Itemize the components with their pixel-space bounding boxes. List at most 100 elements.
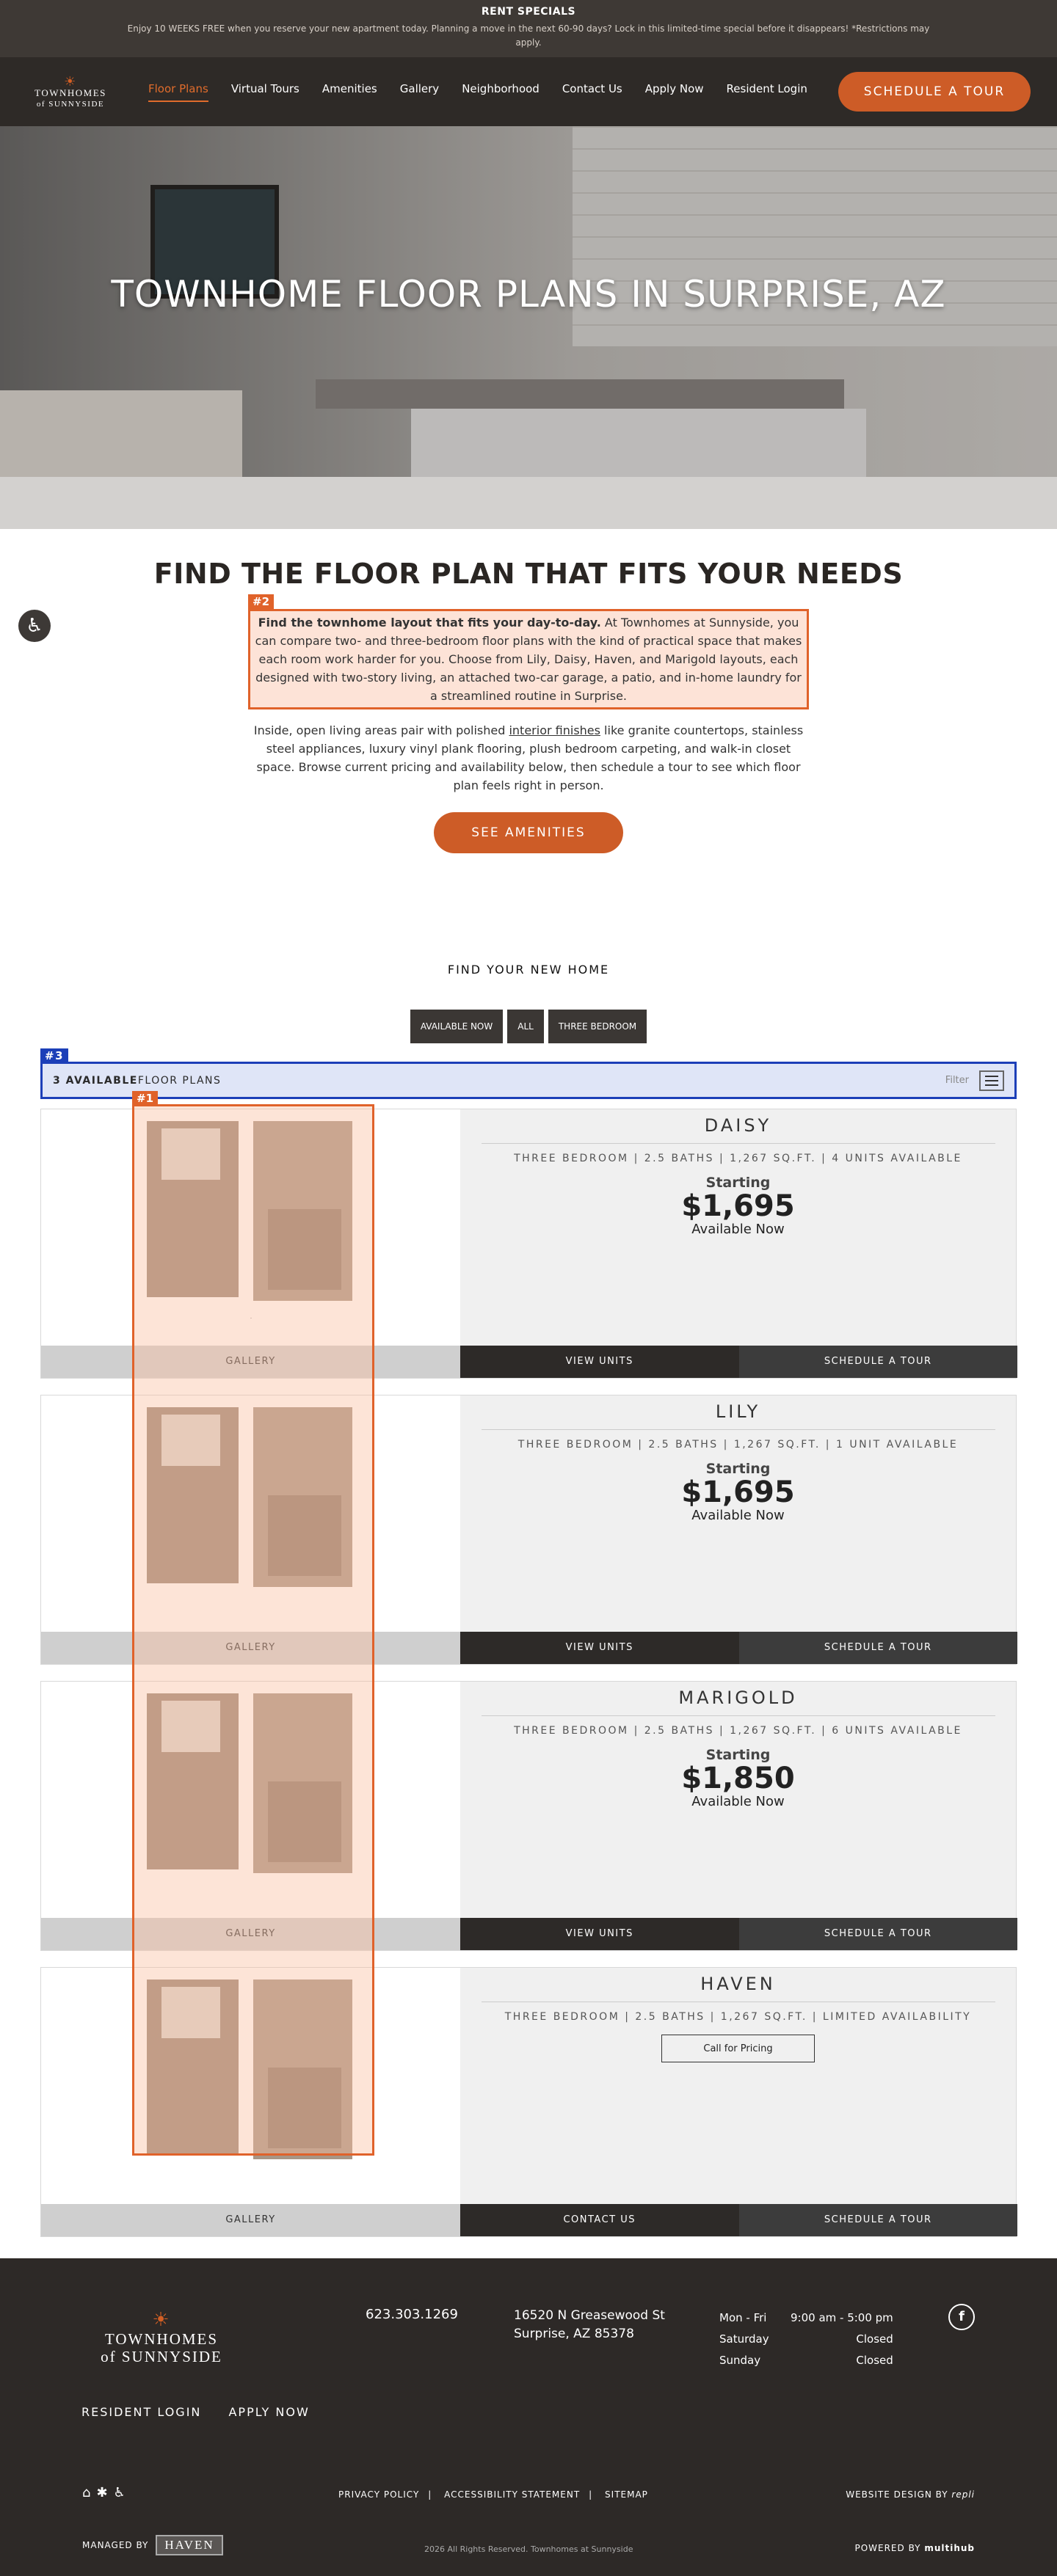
intro-section: ♿ FIND THE FLOOR PLAN THAT FITS YOUR NEE… <box>0 529 1057 853</box>
divider-strip <box>0 477 1057 529</box>
floor-plan-image[interactable]: - <box>132 1114 370 1346</box>
footer-links: RESIDENT LOGIN APPLY NOW <box>81 2405 332 2419</box>
plan-card-marigold: GALLERY MARIGOLD THREE BEDROOM | 2.5 BAT… <box>40 1681 1017 1951</box>
footer-phone[interactable]: 623.303.1269 <box>366 2307 458 2322</box>
logo-bottom: of SUNNYSIDE <box>36 99 105 109</box>
nav-item-contact[interactable]: Contact Us <box>562 82 622 102</box>
compliance-icons: ⌂✱♿ <box>82 2485 131 2500</box>
find-home-heading: FIND YOUR NEW HOME <box>447 963 610 977</box>
nav-item-virtual-tours[interactable]: Virtual Tours <box>231 82 299 102</box>
sitemap-link[interactable]: SITEMAP <box>605 2489 648 2500</box>
legal-links: PRIVACY POLICY | ACCESSIBILITY STATEMENT |… <box>338 2489 648 2500</box>
plan-card-haven: GALLERY HAVEN THREE BEDROOM | 2.5 BATHS … <box>40 1967 1017 2237</box>
accessibility-icon: ♿ <box>113 2485 131 2500</box>
nav-item-apply[interactable]: Apply Now <box>645 82 704 102</box>
contact-us-button[interactable]: CONTACT US <box>460 2204 739 2236</box>
filter-available-now[interactable]: AVAILABLE NOW <box>410 1010 504 1043</box>
hero-title: TOWNHOME FLOOR PLANS IN SURPRISE, AZ <box>111 273 946 315</box>
gallery-button[interactable]: GALLERY <box>41 1918 460 1950</box>
results-count: 3 AVAILABLE <box>53 1074 138 1087</box>
plan-spec: THREE BEDROOM | 2.5 BATHS | 1,267 SQ.FT.… <box>514 1153 962 1164</box>
starting-label: Starting <box>705 1461 771 1477</box>
managed-by: MANAGED BY HAVEN <box>82 2535 223 2555</box>
svg-text:-: - <box>250 1316 252 1321</box>
plan-price: $1,695 <box>681 1475 795 1509</box>
powered-by[interactable]: POWERED BY multihub <box>854 2543 975 2553</box>
sun-icon: ☀ <box>64 73 77 89</box>
accessibility-icon[interactable]: ♿ <box>18 610 51 642</box>
annotation-box-2: #2 Find the townhome layout that fits yo… <box>248 594 809 709</box>
plan-price: $1,850 <box>681 1762 795 1795</box>
starting-label: Starting <box>705 1747 771 1763</box>
intro-paragraph-2: Inside, open living areas pair with poli… <box>253 723 804 792</box>
availability: Available Now <box>691 1508 785 1523</box>
gallery-button[interactable]: GALLERY <box>41 2204 460 2236</box>
plan-name: HAVEN <box>700 1974 776 1994</box>
resident-login-link[interactable]: RESIDENT LOGIN <box>81 2405 201 2419</box>
haven-logo[interactable]: HAVEN <box>156 2535 223 2555</box>
nav-menu: Floor Plans Virtual Tours Amenities Gall… <box>148 82 830 102</box>
gallery-button[interactable]: GALLERY <box>41 1632 460 1664</box>
plan-name: DAISY <box>704 1115 772 1136</box>
results-bar: #3 3 AVAILABLE FLOOR PLANS Filter <box>40 1048 1017 1099</box>
annotation-tag-3: #3 <box>40 1048 69 1063</box>
plan-spec: THREE BEDROOM | 2.5 BATHS | 1,267 SQ.FT.… <box>514 1725 962 1737</box>
office-hours: Mon - Fri 9:00 am - 5:00 pm Saturday Close… <box>719 2311 893 2367</box>
accessibility-statement-link[interactable]: ACCESSIBILITY STATEMENT <box>444 2489 580 2500</box>
facebook-icon[interactable]: f <box>948 2304 975 2330</box>
logo-top: TOWNHOMES <box>34 87 106 98</box>
view-units-button[interactable]: VIEW UNITS <box>460 1918 739 1950</box>
starting-label: Starting <box>705 1175 771 1191</box>
intro-paragraph-1: Find the townhome layout that fits your … <box>250 613 807 705</box>
website-design-credit[interactable]: WEBSITE DESIGN BY repli <box>846 2489 975 2500</box>
see-amenities-button[interactable]: SEE AMENITIES <box>434 812 623 853</box>
nav-item-neighborhood[interactable]: Neighborhood <box>462 82 540 102</box>
plan-card-lily: GALLERY LILY THREE BEDROOM | 2.5 BATHS |… <box>40 1395 1017 1665</box>
filter-menu-icon[interactable] <box>979 1070 1004 1091</box>
apply-now-link[interactable]: APPLY NOW <box>228 2405 309 2419</box>
schedule-tour-card-button[interactable]: SCHEDULE A TOUR <box>738 1346 1017 1378</box>
call-for-pricing-button[interactable]: Call for Pricing <box>661 2035 815 2062</box>
filter-tabs: AVAILABLE NOW ALL THREE BEDROOM <box>0 1010 1057 1043</box>
promo-text: Enjoy 10 WEEKS FREE when you reserve you… <box>127 23 930 48</box>
view-units-button[interactable]: VIEW UNITS <box>460 1632 739 1664</box>
schedule-tour-card-button[interactable]: SCHEDULE A TOUR <box>738 1632 1017 1664</box>
plan-price: $1,695 <box>681 1189 795 1223</box>
schedule-tour-card-button[interactable]: SCHEDULE A TOUR <box>738 1918 1017 1950</box>
plan-spec: THREE BEDROOM | 2.5 BATHS | 1,267 SQ.FT.… <box>517 1439 959 1451</box>
hero: TOWNHOME FLOOR PLANS IN SURPRISE, AZ <box>0 126 1057 477</box>
plans-list: - GALLERY DAISY THREE BEDROOM | 2.5 BATH… <box>40 1109 1017 2237</box>
promo-banner: RENT SPECIALS Enjoy 10 WEEKS FREE when y… <box>0 0 1057 57</box>
availability: Available Now <box>691 1222 785 1237</box>
results-suffix: FLOOR PLANS <box>137 1074 222 1087</box>
nav-item-resident-login[interactable]: Resident Login <box>727 82 807 102</box>
logo[interactable]: ☀ TOWNHOMES of SUNNYSIDE <box>29 75 112 109</box>
floor-plan-image[interactable] <box>132 1972 370 2204</box>
main-nav: ☀ TOWNHOMES of SUNNYSIDE Floor Plans Vir… <box>0 57 1057 126</box>
pet-friendly-icon: ✱ <box>96 2485 114 2500</box>
equal-housing-icon: ⌂ <box>82 2485 97 2500</box>
copyright: 2026 All Rights Reserved. Townhomes at S… <box>424 2544 633 2554</box>
nav-item-floor-plans[interactable]: Floor Plans <box>148 82 208 102</box>
filter-three-bedroom[interactable]: THREE BEDROOM <box>548 1010 647 1043</box>
interior-finishes-link[interactable]: interior finishes <box>509 723 600 737</box>
privacy-policy-link[interactable]: PRIVACY POLICY <box>338 2489 419 2500</box>
view-units-button[interactable]: VIEW UNITS <box>460 1346 739 1378</box>
footer-logo[interactable]: ☀ TOWNHOMES of SUNNYSIDE <box>88 2310 235 2366</box>
nav-item-amenities[interactable]: Amenities <box>322 82 377 102</box>
availability: Available Now <box>691 1794 785 1809</box>
plan-name: MARIGOLD <box>678 1687 798 1708</box>
floor-plan-image[interactable] <box>132 1686 370 1918</box>
filter-all[interactable]: ALL <box>507 1010 544 1043</box>
schedule-tour-button[interactable]: SCHEDULE A TOUR <box>838 72 1031 112</box>
plan-spec: THREE BEDROOM | 2.5 BATHS | 1,267 SQ.FT.… <box>504 2011 972 2023</box>
footer-address[interactable]: 16520 N Greasewood St Surprise, AZ 85378 <box>514 2307 665 2343</box>
intro-heading: FIND THE FLOOR PLAN THAT FITS YOUR NEEDS <box>153 558 904 590</box>
nav-item-gallery[interactable]: Gallery <box>400 82 439 102</box>
floor-plan-image[interactable] <box>132 1400 370 1632</box>
gallery-button[interactable]: GALLERY <box>41 1346 460 1378</box>
footer: ☀ TOWNHOMES of SUNNYSIDE 623.303.1269 16… <box>0 2258 1057 2576</box>
plan-name: LILY <box>715 1401 761 1422</box>
schedule-tour-card-button[interactable]: SCHEDULE A TOUR <box>738 2204 1017 2236</box>
plan-card-daisy: - GALLERY DAISY THREE BEDROOM | 2.5 BATH… <box>40 1109 1017 1379</box>
